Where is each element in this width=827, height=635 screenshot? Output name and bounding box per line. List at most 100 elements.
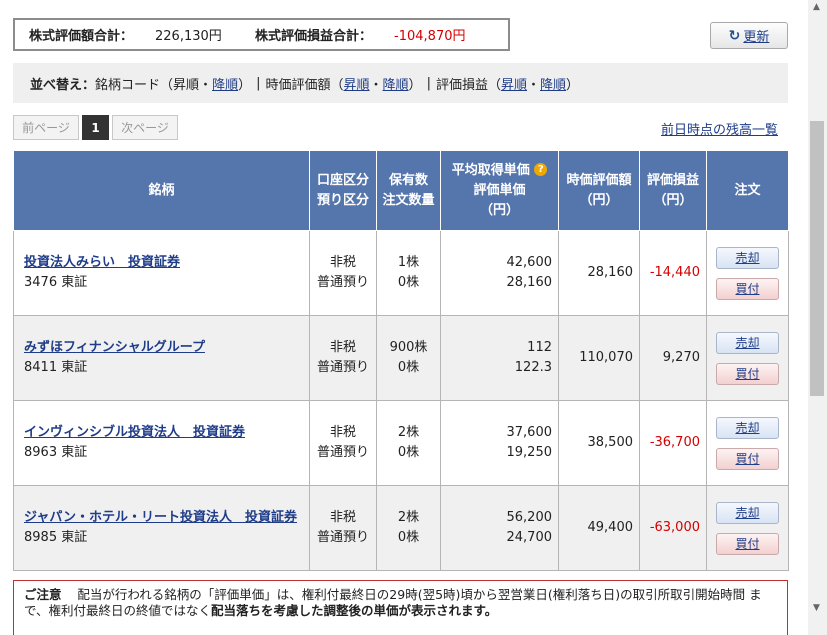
avg-cell: 37,600 19,250 bbox=[440, 400, 559, 486]
sort-close: ） bbox=[408, 77, 422, 93]
order-cell: 売却 買付 bbox=[706, 485, 789, 571]
col-pl-header-l1: 評価損益 bbox=[646, 172, 699, 188]
sell-button[interactable]: 売却 bbox=[716, 246, 779, 269]
prev-page-button[interactable]: 前ページ bbox=[13, 115, 79, 140]
notice-text-bold: 配当落ちを考慮した調整後の単価が表示されます。 bbox=[211, 603, 498, 618]
qty-cell: 900株 0株 bbox=[376, 315, 441, 401]
sell-button[interactable]: 売却 bbox=[716, 331, 779, 354]
stock-name-link[interactable]: インヴィンシブル投資法人 投資証券 bbox=[24, 425, 245, 440]
sort-dot: ・ bbox=[369, 77, 383, 93]
stock-name-link[interactable]: 投資法人みらい 投資証券 bbox=[24, 255, 180, 270]
col-avg-header: 平均取得単価 ? 評価単価 （円） bbox=[440, 150, 559, 231]
avg-price: 37,600 bbox=[506, 425, 553, 440]
dividend-notice: ご注意 配当が行われる銘柄の「評価単価」は、権利付最終日の29時(翌5時)頃から… bbox=[13, 580, 788, 635]
stock-name-link[interactable]: みずほフィナンシャルグループ bbox=[24, 340, 205, 355]
sort-separator: | bbox=[256, 75, 261, 91]
col-avg-header-l3: （円） bbox=[479, 202, 519, 218]
buy-button[interactable]: 買付 bbox=[716, 277, 779, 300]
col-account-header-l2: 預り区分 bbox=[316, 192, 369, 208]
sort-price-desc[interactable]: 降順 bbox=[383, 74, 409, 93]
scroll-down-icon[interactable]: ▼ bbox=[813, 603, 820, 613]
eval-price: 122.3 bbox=[514, 360, 552, 375]
stock-cell: みずほフィナンシャルグループ 8411 東証 bbox=[13, 315, 310, 401]
stock-cell: ジャパン・ホテル・リート投資法人 投資証券 8985 東証 bbox=[13, 485, 310, 571]
order-qty: 0株 bbox=[397, 275, 420, 290]
account-cell: 非税 普通預り bbox=[309, 400, 377, 486]
account-cell: 非税 普通預り bbox=[309, 230, 377, 316]
sort-pl-desc[interactable]: 降順 bbox=[540, 74, 566, 93]
refresh-button[interactable]: ↻ 更新 bbox=[710, 22, 788, 49]
sell-button[interactable]: 売却 bbox=[716, 416, 779, 439]
stock-code: 8411 東証 bbox=[24, 360, 88, 375]
account-type: 非税 bbox=[329, 340, 356, 355]
deposit-type: 普通預り bbox=[316, 360, 369, 375]
col-order-header: 注文 bbox=[706, 150, 789, 231]
order-cell: 売却 買付 bbox=[706, 230, 789, 316]
table-row: ジャパン・ホテル・リート投資法人 投資証券 8985 東証 非税普通預り 2株 0株… bbox=[13, 485, 789, 571]
account-cell: 非税 普通預り bbox=[309, 485, 377, 571]
deposit-type: 普通預り bbox=[316, 445, 369, 460]
sort-price-asc[interactable]: 昇順 bbox=[344, 74, 370, 93]
sort-close: ） bbox=[238, 77, 252, 93]
refresh-label: 更新 bbox=[743, 30, 770, 45]
sell-button[interactable]: 売却 bbox=[716, 501, 779, 524]
deposit-type: 普通預り bbox=[316, 530, 369, 545]
table-header-row: 銘柄 口座区分 預り区分 保有数 注文数量 平均取得単価 ? 評価単価 （円） 時価評価… bbox=[13, 150, 789, 231]
scroll-up-icon[interactable]: ▲ bbox=[813, 2, 820, 12]
col-market-header-l2: （円） bbox=[579, 192, 619, 208]
prev-day-balance-link[interactable]: 前日時点の残高一覧 bbox=[661, 119, 778, 138]
valuation-total-label: 株式評価額合計： bbox=[29, 29, 134, 44]
col-market-header: 時価評価額 （円） bbox=[558, 150, 640, 231]
sort-pl-asc[interactable]: 昇順 bbox=[501, 74, 527, 93]
col-pl-header: 評価損益 （円） bbox=[639, 150, 707, 231]
market-value: 28,160 bbox=[558, 230, 640, 316]
vertical-scrollbar[interactable]: ▲ ▼ bbox=[808, 0, 827, 635]
current-page: 1 bbox=[82, 115, 109, 140]
table-row: 投資法人みらい 投資証券 3476 東証 非税 普通預り 1株 0株 42,600 28… bbox=[13, 230, 789, 316]
eval-price: 24,700 bbox=[506, 530, 553, 545]
holding-qty: 2株 bbox=[397, 510, 420, 525]
avg-cell: 112 122.3 bbox=[440, 315, 559, 401]
sort-bar: 並べ替え： 銘柄コード（ 昇順 ・ 降順 ） | 時価評価額（ 昇順 ・ 降順 … bbox=[13, 63, 788, 103]
help-icon[interactable]: ? bbox=[534, 162, 548, 176]
order-cell: 売却 買付 bbox=[706, 315, 789, 401]
sort-code-asc-text: 昇順 bbox=[173, 77, 200, 93]
account-type: 非税 bbox=[329, 425, 356, 440]
order-cell: 売却 買付 bbox=[706, 400, 789, 486]
eval-price: 19,250 bbox=[506, 445, 553, 460]
account-type: 非税 bbox=[329, 510, 356, 525]
notice-title: ご注意 bbox=[24, 587, 62, 602]
pl-value: -14,440 bbox=[639, 230, 707, 316]
market-value: 110,070 bbox=[558, 315, 640, 401]
deposit-type: 普通預り bbox=[316, 275, 369, 290]
next-page-button[interactable]: 次ページ bbox=[112, 115, 178, 140]
qty-cell: 2株 0株 bbox=[376, 485, 441, 571]
sort-dot: ・ bbox=[526, 77, 540, 93]
table-row: インヴィンシブル投資法人 投資証券 8963 東証 非税 普通預り 2株 0株 37,… bbox=[13, 400, 789, 486]
stock-name-link[interactable]: ジャパン・ホテル・リート投資法人 投資証券 bbox=[24, 510, 297, 525]
scrollbar-thumb[interactable] bbox=[810, 121, 824, 396]
qty-cell: 2株 0株 bbox=[376, 400, 441, 486]
sort-code-desc[interactable]: 降順 bbox=[212, 74, 238, 93]
pl-total-value: -104,870円 bbox=[394, 29, 466, 44]
market-value: 49,400 bbox=[558, 485, 640, 571]
col-avg-header-l2: 評価単価 bbox=[473, 182, 526, 198]
pl-total-label: 株式評価損益合計： bbox=[255, 29, 373, 44]
col-qty-header-l1: 保有数 bbox=[388, 172, 428, 188]
avg-price: 112 bbox=[527, 340, 552, 355]
avg-price: 56,200 bbox=[506, 510, 553, 525]
col-account-header: 口座区分 預り区分 bbox=[309, 150, 377, 231]
account-cell: 非税 普通預り bbox=[309, 315, 377, 401]
pl-value: -63,000 bbox=[639, 485, 707, 571]
col-avg-header-l1: 平均取得単価 bbox=[451, 162, 530, 178]
account-type: 非税 bbox=[329, 255, 356, 270]
buy-button[interactable]: 買付 bbox=[716, 532, 779, 555]
buy-button[interactable]: 買付 bbox=[716, 362, 779, 385]
sort-close: ） bbox=[566, 77, 580, 93]
col-qty-header: 保有数 注文数量 bbox=[376, 150, 441, 231]
pager: 前ページ 1 次ページ bbox=[13, 115, 178, 140]
col-pl-header-l2: （円） bbox=[653, 192, 693, 208]
buy-button[interactable]: 買付 bbox=[716, 447, 779, 470]
sort-price-label: 時価評価額（ bbox=[265, 77, 344, 93]
col-name-header: 銘柄 bbox=[13, 150, 310, 231]
